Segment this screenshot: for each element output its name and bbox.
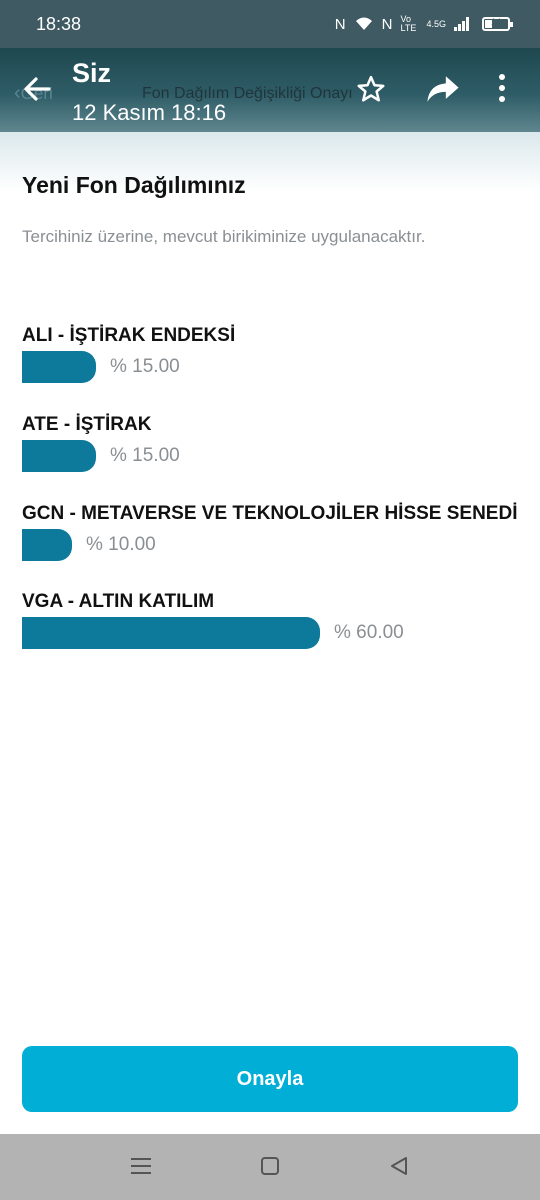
confirm-button[interactable]: Onayla: [22, 1046, 518, 1112]
fund-allocation-bar: [22, 351, 96, 383]
home-square-icon: [261, 1157, 279, 1175]
fund-allocation-bar: [22, 529, 72, 561]
recent-apps-button[interactable]: [130, 1156, 152, 1181]
share-button[interactable]: [426, 74, 460, 109]
more-button[interactable]: [497, 72, 507, 109]
back-arrow-icon: [24, 77, 51, 101]
signal-icon: [454, 17, 469, 31]
fund-percent: % 60.00: [334, 622, 404, 643]
fund-name: ALI - İŞTİRAK ENDEKSİ: [22, 325, 236, 346]
fund-item: VGA - ALTIN KATILIM % 60.00: [22, 588, 522, 649]
status-icons: N N Vo LTE 4.5G 14: [334, 14, 513, 33]
system-nav-bar: [0, 1134, 540, 1200]
fund-item: ATE - İŞTİRAK % 15.00: [22, 411, 522, 472]
speed-label: 4.5G: [426, 19, 446, 29]
status-time: 18:38: [36, 13, 82, 34]
home-button[interactable]: [260, 1156, 280, 1181]
app-header: ‹Geri Fon Dağılım Değişikliği Onayı Siz …: [0, 48, 540, 132]
fund-item: GCN - METAVERSE VE TEKNOLOJİLER HİSSE SE…: [22, 500, 522, 561]
nfc-icon-2: N: [381, 15, 393, 33]
star-icon: [357, 75, 385, 102]
fund-item: ALI - İŞTİRAK ENDEKSİ % 15.00: [22, 322, 522, 383]
share-icon: [427, 76, 459, 102]
fund-name: ATE - İŞTİRAK: [22, 414, 152, 435]
fund-name: GCN - METAVERSE VE TEKNOLOJİLER HİSSE SE…: [22, 503, 518, 524]
back-triangle-icon: [391, 1157, 407, 1175]
message-date: 12 Kasım 18:16: [72, 100, 227, 125]
more-vert-icon: [499, 74, 505, 102]
nfc-icon: N: [334, 15, 346, 33]
page-title: Yeni Fon Dağılımınız: [22, 172, 246, 198]
fund-percent: % 15.00: [110, 356, 180, 377]
sender-name: Siz: [72, 58, 112, 88]
battery-level: 14: [490, 17, 501, 27]
wifi-icon: [355, 17, 372, 30]
fund-name: VGA - ALTIN KATILIM: [22, 591, 215, 612]
fund-percent: % 15.00: [110, 445, 180, 466]
status-bar: 18:38 N N Vo LTE 4.5G 14: [0, 0, 540, 48]
page-description: Tercihiniz üzerine, mevcut birikiminize …: [22, 227, 426, 246]
network-label: Vo LTE: [400, 14, 417, 33]
system-back-button[interactable]: [389, 1156, 409, 1181]
menu-icon: [131, 1158, 151, 1174]
fund-percent: % 10.00: [86, 534, 156, 555]
fund-allocation-bar: [22, 617, 320, 649]
fund-allocation-bar: [22, 440, 96, 472]
battery-icon: 14: [482, 17, 513, 31]
back-button[interactable]: [20, 72, 54, 106]
star-button[interactable]: [356, 74, 386, 109]
